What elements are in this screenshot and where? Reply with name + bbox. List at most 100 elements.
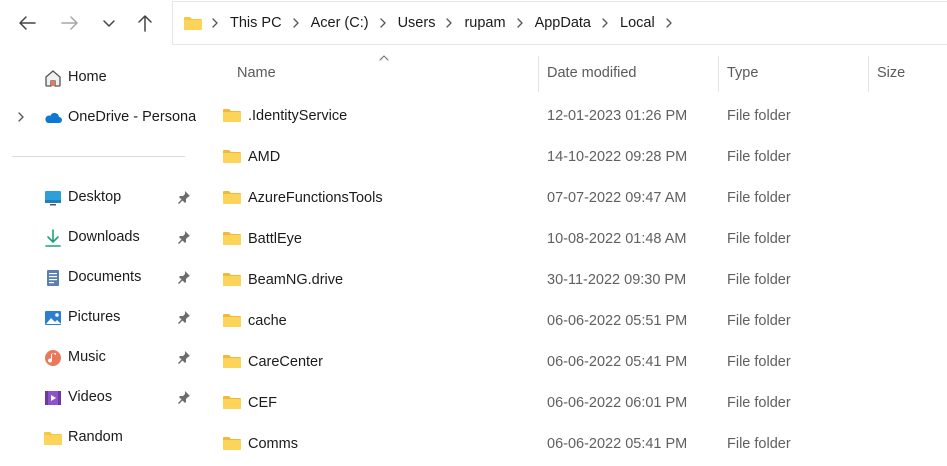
documents-icon — [47, 270, 59, 286]
breadcrumb-chevron-icon[interactable] — [601, 17, 609, 29]
address-bar[interactable]: This PC Acer (C:) Users rupam AppData Local — [172, 1, 947, 45]
file-name: BattlEye — [248, 231, 302, 247]
folder-icon — [44, 432, 62, 445]
sidebar-item-onedrive[interactable]: OneDrive - Persona — [0, 102, 198, 132]
file-name: CareCenter — [248, 354, 323, 370]
breadcrumb-chevron-icon[interactable] — [211, 17, 219, 29]
breadcrumb-chevron-icon[interactable] — [516, 17, 524, 29]
pin-icon[interactable] — [177, 190, 191, 204]
table-row[interactable]: BattlEye 10-08-2022 01:48 AM File folder — [198, 218, 947, 259]
arrow-up-icon — [138, 15, 152, 32]
pin-icon[interactable] — [177, 390, 191, 404]
table-row[interactable]: BeamNG.drive 30-11-2022 09:30 PM File fold… — [198, 259, 947, 300]
breadcrumb-chevron-icon[interactable] — [379, 17, 387, 29]
sidebar-item-home[interactable]: Home — [0, 62, 198, 92]
breadcrumb-segment: Acer (C:) — [282, 15, 369, 31]
table-row[interactable]: Comms 06-06-2022 05:41 PM File folder — [198, 423, 947, 464]
file-date-modified: 06-06-2022 06:01 PM — [547, 395, 688, 411]
column-header-size[interactable]: Size — [877, 65, 905, 81]
chevron-right-icon[interactable] — [16, 111, 26, 123]
sidebar-item-pictures[interactable]: Pictures — [0, 302, 198, 332]
column-header-type[interactable]: Type — [727, 65, 758, 81]
file-list: Name Date modified Type Size .IdentitySe… — [198, 46, 947, 466]
videos-icon — [45, 391, 61, 405]
sidebar-item-label: Home — [68, 69, 107, 85]
arrow-left-icon — [19, 16, 36, 30]
folder-icon — [223, 191, 241, 204]
file-date-modified: 12-01-2023 01:26 PM — [547, 108, 688, 124]
file-date-modified: 06-06-2022 05:51 PM — [547, 313, 688, 329]
folder-icon — [223, 396, 241, 409]
breadcrumb-segment: AppData — [506, 15, 591, 31]
breadcrumb-item[interactable]: Users — [398, 15, 436, 31]
recent-locations-button[interactable] — [94, 8, 124, 38]
folder-icon — [223, 232, 241, 245]
up-button[interactable] — [130, 8, 160, 38]
column-header-name[interactable]: Name — [237, 65, 276, 81]
sidebar-divider — [12, 156, 185, 157]
file-type: File folder — [727, 231, 791, 247]
sort-ascending-icon — [379, 55, 389, 61]
file-name: cache — [248, 313, 287, 329]
file-name: BeamNG.drive — [248, 272, 344, 288]
table-row[interactable]: AMD 14-10-2022 09:28 PM File folder — [198, 136, 947, 177]
home-icon — [45, 70, 61, 87]
file-name: AMD — [248, 149, 281, 165]
forward-button[interactable] — [55, 8, 85, 38]
file-type: File folder — [727, 395, 791, 411]
column-header-date-modified[interactable]: Date modified — [547, 65, 636, 81]
breadcrumb-chevron-icon[interactable] — [445, 17, 453, 29]
breadcrumb-chevron-icon[interactable] — [292, 17, 300, 29]
onedrive-cloud-icon — [45, 112, 62, 123]
file-date-modified: 06-06-2022 05:41 PM — [547, 436, 688, 452]
back-button[interactable] — [12, 8, 42, 38]
sidebar-item-desktop[interactable]: Desktop — [0, 182, 198, 212]
sidebar-item-label: Random — [68, 429, 123, 445]
pin-icon[interactable] — [177, 310, 191, 324]
breadcrumb-item[interactable]: rupam — [464, 15, 505, 31]
folder-icon — [223, 109, 241, 122]
navigation-pane: Home OneDrive - Persona Desktop Download… — [0, 46, 198, 466]
column-divider[interactable] — [868, 56, 869, 92]
folder-icon — [223, 150, 241, 163]
sidebar-item-random[interactable]: Random — [0, 422, 198, 452]
pin-icon[interactable] — [177, 270, 191, 284]
file-date-modified: 06-06-2022 05:41 PM — [547, 354, 688, 370]
file-date-modified: 07-07-2022 09:47 AM — [547, 190, 687, 206]
pin-icon[interactable] — [177, 350, 191, 364]
table-row[interactable]: .IdentityService 12-01-2023 01:26 PM File … — [198, 95, 947, 136]
file-type: File folder — [727, 149, 791, 165]
file-type: File folder — [727, 190, 791, 206]
file-type: File folder — [727, 108, 791, 124]
table-row[interactable]: AzureFunctionsTools 07-07-2022 09:47 AM Fi… — [198, 177, 947, 218]
sidebar-item-documents[interactable]: Documents — [0, 262, 198, 292]
column-divider[interactable] — [718, 56, 719, 92]
file-name: .IdentityService — [248, 108, 348, 124]
download-icon — [45, 229, 61, 247]
arrow-right-icon — [61, 16, 78, 30]
breadcrumb-chevron-icon[interactable] — [665, 17, 673, 29]
table-row[interactable]: cache 06-06-2022 05:51 PM File folder — [198, 300, 947, 341]
breadcrumb-segment: Local — [591, 15, 655, 31]
breadcrumb-item[interactable]: Acer (C:) — [311, 15, 369, 31]
table-row[interactable]: CEF 06-06-2022 06:01 PM File folder — [198, 382, 947, 423]
file-type: File folder — [727, 313, 791, 329]
column-divider[interactable] — [538, 56, 539, 92]
pin-icon[interactable] — [177, 230, 191, 244]
navigation-bar: This PC Acer (C:) Users rupam AppData Local — [0, 0, 947, 46]
file-type: File folder — [727, 354, 791, 370]
file-name: AzureFunctionsTools — [248, 190, 383, 206]
file-date-modified: 14-10-2022 09:28 PM — [547, 149, 688, 165]
breadcrumb-item[interactable]: AppData — [535, 15, 591, 31]
breadcrumb-item[interactable]: This PC — [230, 15, 282, 31]
column-header-row: Name Date modified Type Size — [198, 46, 947, 102]
file-date-modified: 30-11-2022 09:30 PM — [547, 272, 687, 288]
table-row[interactable]: CareCenter 06-06-2022 05:41 PM File folder — [198, 341, 947, 382]
folder-icon — [223, 273, 241, 286]
breadcrumb: This PC Acer (C:) Users rupam AppData Local — [209, 15, 673, 31]
music-icon — [45, 350, 61, 366]
sidebar-item-videos[interactable]: Videos — [0, 382, 198, 412]
sidebar-item-music[interactable]: Music — [0, 342, 198, 372]
breadcrumb-item[interactable]: Local — [620, 15, 655, 31]
sidebar-item-downloads[interactable]: Downloads — [0, 222, 198, 252]
